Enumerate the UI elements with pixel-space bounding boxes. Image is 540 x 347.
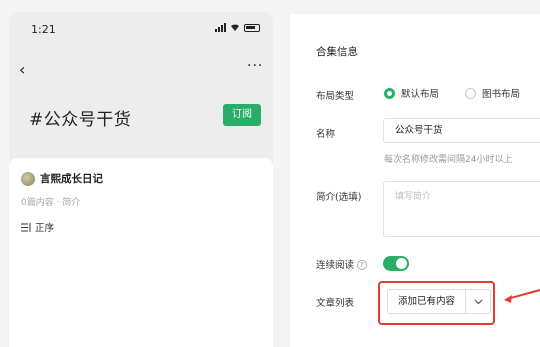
wifi-icon [231, 24, 239, 31]
signal-icon [215, 23, 226, 32]
intro-textarea[interactable]: 填写简介 [383, 181, 540, 237]
layout-type-options: 默认布局 图书布局 [384, 86, 520, 100]
account-row[interactable]: 言熙成长日记 [21, 171, 103, 186]
screen: 1:21 ‹ ··· #公众号干货 订阅 言熙成长日记 0篇内容 · 简介 正序… [0, 0, 540, 347]
add-existing-content-label: 添加已有内容 [388, 290, 466, 313]
collection-meta: 0篇内容 · 简介 [21, 198, 81, 208]
subscribe-button[interactable]: 订阅 [223, 104, 261, 126]
add-existing-content-button[interactable]: 添加已有内容 [387, 289, 491, 314]
intro-label: 简介(选填) [316, 192, 362, 203]
continuous-reading-text: 连续阅读 [316, 260, 355, 271]
sort-label: 正序 [35, 223, 55, 234]
name-label: 名称 [316, 129, 336, 140]
option-book-layout[interactable]: 图书布局 [482, 86, 520, 100]
name-hint: 每次名称修改需间隔24小时以上 [384, 155, 513, 165]
name-input[interactable]: 公众号干货 [383, 118, 540, 143]
status-icons [215, 23, 260, 32]
section-title: 合集信息 [316, 46, 358, 58]
back-icon[interactable]: ‹ [19, 60, 25, 79]
collection-title: #公众号干货 [29, 110, 132, 130]
settings-panel: 合集信息 布局类型 默认布局 图书布局 名称 公众号干货 每次名称修改需间隔24… [290, 14, 540, 347]
battery-icon [244, 23, 260, 32]
continuous-reading-label: 连续阅读? [316, 257, 368, 271]
layout-type-label: 布局类型 [316, 91, 355, 102]
avatar [21, 171, 35, 186]
more-icon[interactable]: ··· [247, 58, 263, 74]
status-time: 1:21 [31, 23, 56, 36]
radio-book-layout[interactable] [465, 87, 477, 99]
radio-default-layout[interactable] [384, 87, 395, 99]
article-list-label: 文章列表 [316, 298, 355, 309]
chevron-down-icon[interactable] [466, 290, 490, 313]
sort-icon [21, 222, 31, 232]
collection-card: 言熙成长日记 0篇内容 · 简介 正序 [9, 158, 273, 347]
help-icon[interactable]: ? [357, 260, 368, 270]
option-default-layout[interactable]: 默认布局 [401, 86, 439, 100]
continuous-reading-toggle[interactable] [383, 256, 409, 271]
sort-toggle[interactable]: 正序 [21, 220, 54, 234]
phone-preview: 1:21 ‹ ··· #公众号干货 订阅 言熙成长日记 0篇内容 · 简介 正序 [9, 12, 273, 347]
status-bar: 1:21 [9, 12, 273, 46]
account-name: 言熙成长日记 [40, 173, 103, 185]
arrow-icon [504, 289, 540, 303]
